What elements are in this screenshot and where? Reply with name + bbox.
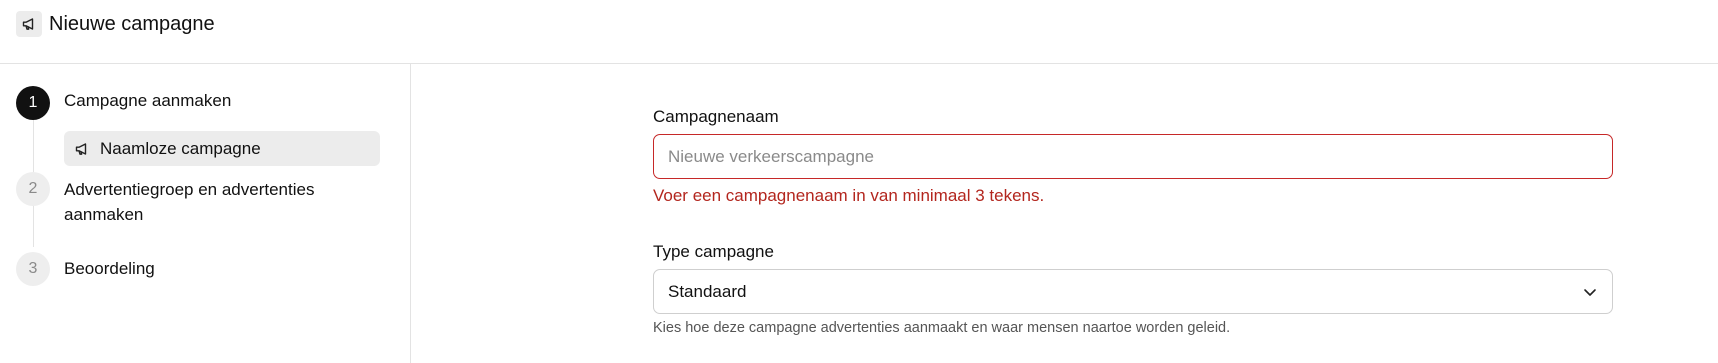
page-title: Nieuwe campagne xyxy=(49,13,215,35)
step-1-label[interactable]: Campagne aanmaken xyxy=(64,88,231,113)
campaign-type-label: Type campagne xyxy=(653,242,774,261)
campaign-type-select[interactable]: Standaard xyxy=(653,269,1613,314)
chevron-down-icon xyxy=(1582,284,1598,300)
top-bar: Nieuwe campagne xyxy=(0,0,1718,64)
step-2-indicator: 2 xyxy=(16,172,50,206)
campaign-name-error: Voer een campagnenaam in van minimaal 3 … xyxy=(653,186,1045,205)
campaign-name-label: Campagnenaam xyxy=(653,107,779,126)
megaphone-icon xyxy=(74,141,90,157)
step-2-label[interactable]: Advertentiegroep en advertenties aanmake… xyxy=(64,177,354,227)
megaphone-icon xyxy=(16,11,42,37)
steps-sidebar: 1 Campagne aanmaken Naamloze campagne 2 … xyxy=(0,64,411,363)
campaign-name-input[interactable] xyxy=(653,134,1613,179)
step-3-label[interactable]: Beoordeling xyxy=(64,256,155,281)
step-3-indicator: 3 xyxy=(16,252,50,286)
campaign-type-value: Standaard xyxy=(668,281,747,301)
campaign-type-helper: Kies hoe deze campagne advertenties aanm… xyxy=(653,320,1231,336)
sidebar-item-untitled-campaign[interactable]: Naamloze campagne xyxy=(64,131,380,166)
step-connector xyxy=(33,206,34,247)
sidebar-item-label: Naamloze campagne xyxy=(100,138,261,158)
step-1-indicator: 1 xyxy=(16,86,50,120)
